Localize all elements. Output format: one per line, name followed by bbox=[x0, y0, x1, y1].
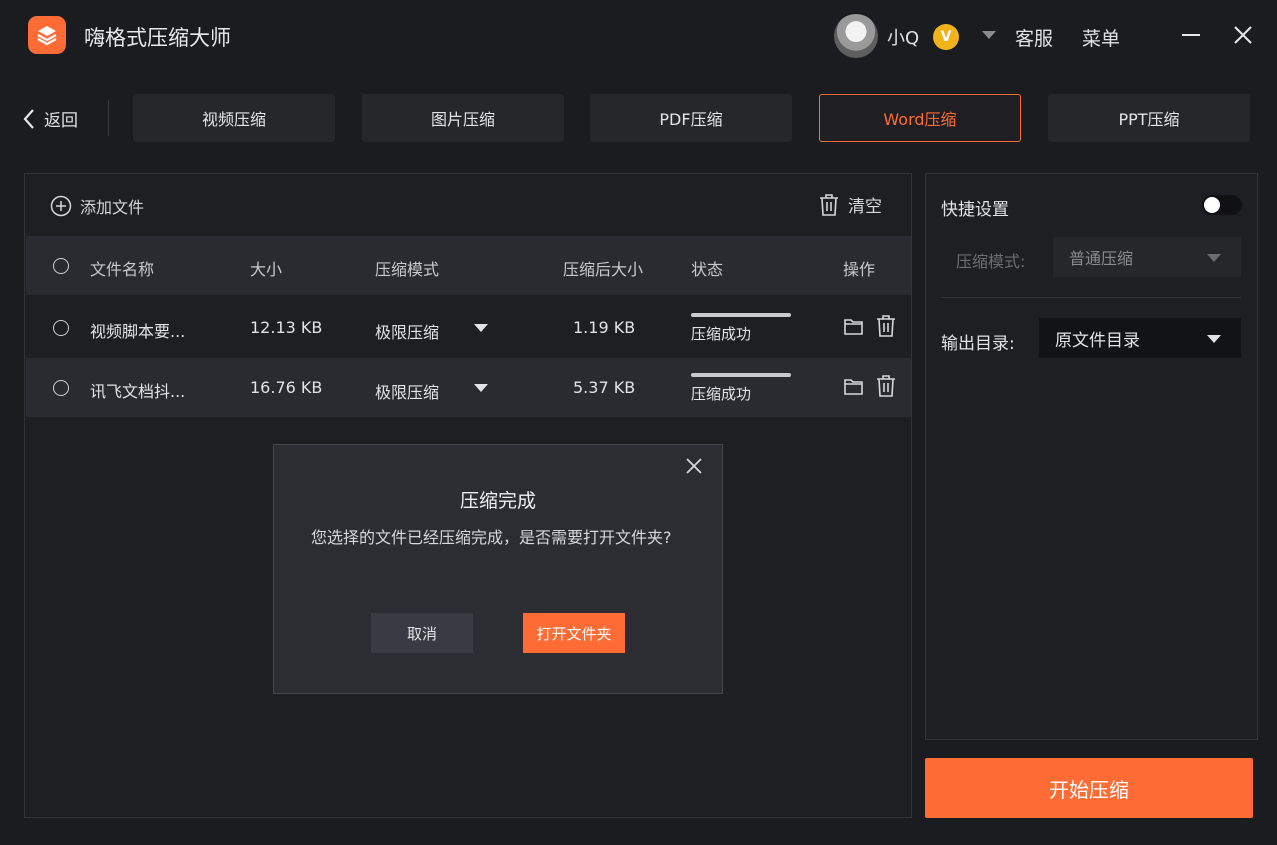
output-dir-label: 输出目录: bbox=[941, 334, 1015, 354]
dialog-close-icon[interactable] bbox=[684, 456, 704, 476]
compress-mode-select[interactable]: 极限压缩 bbox=[375, 319, 439, 343]
toggle-knob bbox=[1204, 197, 1220, 213]
select-all-radio[interactable] bbox=[53, 258, 69, 274]
file-size: 16.76 KB bbox=[250, 378, 323, 397]
delete-icon[interactable] bbox=[876, 375, 896, 397]
chevron-left-icon bbox=[23, 108, 34, 129]
file-size: 12.13 KB bbox=[250, 318, 323, 337]
tab-pdf-compress[interactable]: PDF压缩 bbox=[590, 94, 792, 142]
column-header-status: 状态 bbox=[691, 260, 724, 279]
divider bbox=[941, 297, 1241, 298]
caret-down-icon[interactable] bbox=[1207, 254, 1221, 262]
compressed-size: 1.19 KB bbox=[573, 318, 636, 337]
customer-service-link[interactable]: 客服 bbox=[1015, 24, 1053, 51]
compress-mode-label: 压缩模式: bbox=[956, 252, 1026, 271]
add-file-button[interactable]: 添加文件 bbox=[50, 194, 144, 218]
progress-bar bbox=[691, 373, 791, 377]
compress-mode-value: 普通压缩 bbox=[1069, 249, 1134, 268]
row-select-radio[interactable] bbox=[53, 380, 69, 396]
caret-down-icon[interactable] bbox=[474, 384, 488, 392]
delete-icon[interactable] bbox=[876, 315, 896, 337]
file-name: 视频脚本要... bbox=[90, 322, 186, 341]
completion-dialog bbox=[273, 444, 723, 694]
plus-circle-icon bbox=[50, 195, 72, 217]
progress-bar bbox=[691, 313, 791, 317]
column-header-name: 文件名称 bbox=[90, 260, 155, 279]
caret-down-icon[interactable] bbox=[1207, 335, 1221, 343]
clear-button[interactable]: 清空 bbox=[818, 192, 882, 217]
close-icon bbox=[1234, 26, 1252, 44]
tab-video-compress[interactable]: 视频压缩 bbox=[133, 94, 335, 142]
dialog-message: 您选择的文件已经压缩完成，是否需要打开文件夹? bbox=[311, 528, 672, 547]
folder-open-icon[interactable] bbox=[843, 377, 865, 397]
trash-icon bbox=[820, 193, 838, 216]
file-name: 讯飞文档抖... bbox=[90, 382, 186, 401]
menu-link[interactable]: 菜单 bbox=[1082, 24, 1120, 51]
compress-mode-select[interactable]: 极限压缩 bbox=[375, 379, 439, 403]
add-file-label: 添加文件 bbox=[80, 198, 145, 217]
column-header-mode: 压缩模式 bbox=[375, 260, 440, 279]
folder-open-icon[interactable] bbox=[843, 317, 865, 337]
user-name[interactable]: 小Q bbox=[887, 24, 919, 50]
status-text: 压缩成功 bbox=[691, 385, 752, 403]
tab-ppt-compress[interactable]: PPT压缩 bbox=[1048, 94, 1250, 142]
back-label: 返回 bbox=[44, 111, 78, 131]
column-header-actions: 操作 bbox=[843, 260, 876, 279]
caret-down-icon[interactable] bbox=[474, 324, 488, 332]
open-folder-button[interactable]: 打开文件夹 bbox=[523, 613, 625, 653]
status-text: 压缩成功 bbox=[691, 325, 752, 343]
tab-image-compress[interactable]: 图片压缩 bbox=[362, 94, 564, 142]
output-dir-value: 原文件目录 bbox=[1055, 330, 1140, 351]
cancel-button[interactable]: 取消 bbox=[371, 613, 473, 653]
row-select-radio[interactable] bbox=[53, 320, 69, 336]
table-header bbox=[26, 236, 911, 295]
divider bbox=[108, 100, 109, 136]
back-button[interactable]: 返回 bbox=[22, 106, 78, 131]
column-header-size: 大小 bbox=[250, 260, 283, 279]
vip-badge-icon: V bbox=[933, 24, 959, 50]
dialog-title: 压缩完成 bbox=[459, 490, 536, 512]
column-header-compressed-size: 压缩后大小 bbox=[563, 260, 644, 279]
start-compress-button[interactable]: 开始压缩 bbox=[925, 758, 1253, 818]
close-window-button[interactable] bbox=[1228, 20, 1258, 50]
user-avatar[interactable] bbox=[834, 14, 878, 58]
app-title: 嗨格式压缩大师 bbox=[84, 26, 231, 50]
minimize-icon bbox=[1182, 34, 1200, 36]
app-logo-icon bbox=[28, 16, 66, 54]
quick-settings-label: 快捷设置 bbox=[941, 200, 1009, 220]
compressed-size: 5.37 KB bbox=[573, 378, 636, 397]
clear-label: 清空 bbox=[848, 197, 882, 217]
minimize-button[interactable] bbox=[1176, 20, 1206, 50]
user-dropdown-chevron-icon[interactable] bbox=[982, 31, 996, 39]
tab-word-compress[interactable]: Word压缩 bbox=[819, 94, 1021, 142]
